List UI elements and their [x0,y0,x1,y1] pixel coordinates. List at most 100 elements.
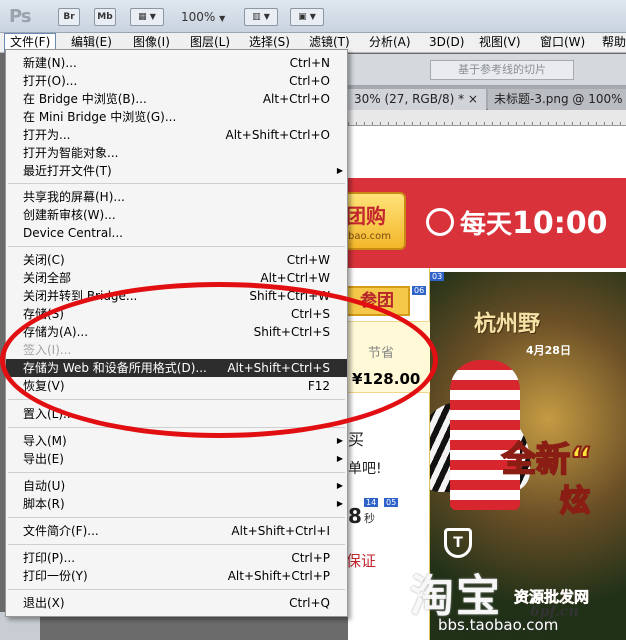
menu-item-shortcut: Ctrl+N [289,56,330,70]
menu-item-label: 文件简介(F)... [23,524,99,538]
menu-item-label: 关闭全部 [23,271,72,285]
menu-separator [8,246,345,247]
menu-window[interactable]: 窗口(W) [535,33,590,53]
menu-item-label: 导出(E) [23,452,64,466]
submenu-arrow-icon: ▶ [336,499,343,508]
menu-item-shortcut: Alt+Shift+Ctrl+P [227,569,330,583]
menu-item-label: 关闭并转到 Bridge... [23,289,138,303]
menu-item-device-central[interactable]: Device Central... [6,224,347,242]
menu-item-label: 最近打开文件(T) [23,164,112,178]
menu-item-close-go-bridge[interactable]: 关闭并转到 Bridge... Shift+Ctrl+W [6,287,347,305]
menu-view[interactable]: 视图(V) [474,33,526,53]
menu-item-close-all[interactable]: 关闭全部 Alt+Ctrl+W [6,269,347,287]
document-tab-bar: 30% (27, RGB/8) * × 未标题-3.png @ 100% ( [348,86,626,110]
group-buy-text: 团购 [348,204,386,228]
menu-item-browse-bridge[interactable]: 在 Bridge 中浏览(B)... Alt+Ctrl+O [6,90,347,108]
menu-item-place[interactable]: 置入(L)... [6,405,347,423]
zoom-level[interactable]: 100% ▼ [181,10,225,24]
menu-item-label: Device Central... [23,226,123,240]
group-buy-badge: 团购 bao.com [348,192,406,250]
menu-item-label: 打印(P)... [23,551,76,565]
screen-mode-button[interactable]: ▣ ▼ [290,8,324,26]
menu-item-print-one-copy[interactable]: 打印一份(Y) Alt+Shift+Ctrl+P [6,567,347,585]
menu-item-shortcut: Ctrl+O [289,74,330,88]
menu-item-share-screen[interactable]: 共享我的屏幕(H)... [6,188,347,206]
menu-item-open[interactable]: 打开(O)... Ctrl+O [6,72,347,90]
menu-item-label: 创建新审核(W)... [23,208,116,222]
menu-item-recent-files[interactable]: 最近打开文件(T) ▶ [6,162,347,180]
menu-item-shortcut: Alt+Ctrl+O [262,92,330,106]
menu-item-label: 导入(M) [23,434,67,448]
guarantee-text: 保证 [348,552,377,570]
poster-headline: 全新“ [501,439,593,481]
menu-item-shortcut: Alt+Shift+Ctrl+O [225,128,330,142]
menu-item-automate[interactable]: 自动(U) ▶ [6,477,347,495]
menu-item-shortcut: Ctrl+Q [289,596,330,610]
menu-item-label: 共享我的屏幕(H)... [23,190,125,204]
menu-item-open-smart-object[interactable]: 打开为智能对象... [6,144,347,162]
menu-item-open-as[interactable]: 打开为... Alt+Shift+Ctrl+O [6,126,347,144]
menu-item-shortcut: F12 [307,379,330,393]
menu-item-shortcut: Ctrl+P [291,551,330,565]
document-tab-untitled-3[interactable]: 未标题-3.png @ 100% ( [488,89,626,110]
menu-item-print[interactable]: 打印(P)... Ctrl+P [6,549,347,567]
mini-bridge-button[interactable]: Mb [94,8,116,26]
menu-item-label: 恢复(V) [23,379,65,393]
submenu-arrow-icon: ▶ [336,166,343,175]
poster-headline-2: 炫 [559,483,591,520]
menu-item-label: 存储为 Web 和设备所用格式(D)... [23,361,207,375]
menu-item-label: 新建(N)... [23,56,77,70]
menu-help[interactable]: 帮助 [597,33,626,53]
menu-3d[interactable]: 3D(D) [424,33,469,53]
menu-item-label: 退出(X) [23,596,65,610]
menu-item-label: 脚本(R) [23,497,65,511]
submenu-arrow-icon: ▶ [336,454,343,463]
menu-item-label: 在 Bridge 中浏览(B)... [23,92,147,106]
menu-item-scripts[interactable]: 脚本(R) ▶ [6,495,347,513]
menu-item-shortcut: Shift+Ctrl+S [253,325,330,339]
menu-item-label: 签入(I)... [23,343,72,357]
options-bar: 基于参考线的切片 [348,54,626,86]
menu-analysis[interactable]: 分析(A) [364,33,416,53]
menu-separator [8,544,345,545]
menu-separator [8,427,345,428]
daily-label: 每天 [460,210,513,240]
menu-item-close[interactable]: 关闭(C) Ctrl+W [6,251,347,269]
menu-item-save-as[interactable]: 存储为(A)... Shift+Ctrl+S [6,323,347,341]
arrange-documents-button[interactable]: ▥ ▼ [244,8,278,26]
menu-item-shortcut: Ctrl+S [290,307,330,321]
poster-title: 杭州野 [474,311,541,337]
menu-item-new[interactable]: 新建(N)... Ctrl+N [6,54,347,72]
submenu-arrow-icon: ▶ [336,436,343,445]
menu-item-check-in: 签入(I)... [6,341,347,359]
menu-separator [8,399,345,400]
horizontal-ruler [348,110,626,126]
menu-item-shortcut: Alt+Shift+Ctrl+S [227,361,330,375]
menu-separator [8,517,345,518]
countdown-seconds-label: 秒 [364,512,375,525]
menu-separator [8,589,345,590]
slices-from-guides-button[interactable]: 基于参考线的切片 [430,60,574,80]
menu-item-browse-mini-bridge[interactable]: 在 Mini Bridge 中浏览(G)... [6,108,347,126]
poster-date: 4月28日 [526,344,571,357]
document-tab-active[interactable]: 30% (27, RGB/8) * × [348,89,486,110]
buy-text: 买 [348,430,365,449]
menu-item-import[interactable]: 导入(M) ▶ [6,432,347,450]
menu-item-export[interactable]: 导出(E) ▶ [6,450,347,468]
view-extras-button[interactable]: ▦ ▼ [130,8,164,26]
menu-separator [8,472,345,473]
menu-item-label: 打开为... [23,128,71,142]
bridge-button[interactable]: Br [58,8,80,26]
menu-item-shortcut: Alt+Ctrl+W [260,271,330,285]
menu-item-file-info[interactable]: 文件简介(F)... Alt+Shift+Ctrl+I [6,522,347,540]
menu-item-save-for-web[interactable]: 存储为 Web 和设备所用格式(D)... Alt+Shift+Ctrl+S [6,359,347,377]
menu-item-revert[interactable]: 恢复(V) F12 [6,377,347,395]
menu-item-exit[interactable]: 退出(X) Ctrl+Q [6,594,347,612]
group-buy-site: bao.com [348,231,391,242]
countdown-value: 8 [348,504,362,528]
submenu-arrow-icon: ▶ [336,481,343,490]
menu-item-save[interactable]: 存储(S) Ctrl+S [6,305,347,323]
app-bar: Ps Br Mb ▦ ▼ 100% ▼ ▥ ▼ ▣ ▼ [0,0,626,33]
menu-item-create-review[interactable]: 创建新审核(W)... [6,206,347,224]
zoom-value: 100% [181,10,216,24]
